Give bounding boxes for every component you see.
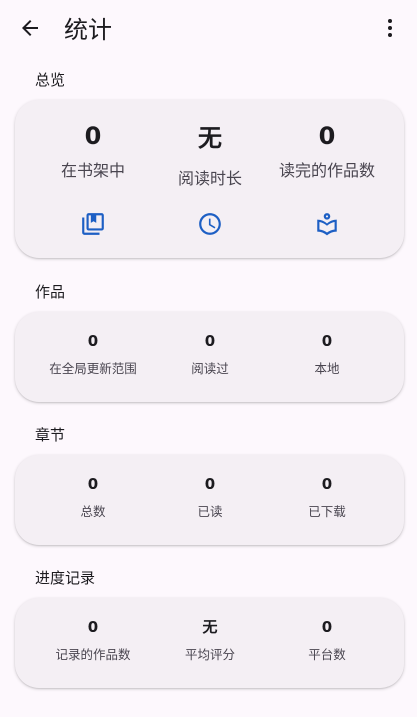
stat-value: 无: [198, 124, 222, 152]
overview-card: 0 在书架中 无 阅读时长 0 读完的作品数: [15, 100, 404, 258]
stat-value: 0: [87, 475, 99, 493]
chapters-card: 0 总数 0 已读 0 已下载: [15, 455, 404, 545]
more-vert-icon: [378, 16, 402, 44]
stat-read-duration: 无 阅读时长: [145, 122, 275, 190]
stat-value: 0: [321, 332, 333, 350]
stat-tracked-works: 0 记录的作品数: [28, 617, 158, 664]
read-duration-button[interactable]: [192, 208, 228, 244]
stat-read-chapters: 0 已读: [145, 474, 275, 521]
stat-read-works: 0 阅读过: [145, 331, 275, 378]
clock-icon: [197, 211, 223, 241]
works-card: 0 在全局更新范围 0 阅读过 0 本地: [15, 312, 404, 402]
book-read-icon: [314, 211, 340, 241]
tracking-card: 0 记录的作品数 无 平均评分 0 平台数: [15, 598, 404, 688]
section-label-tracking: 进度记录: [35, 569, 96, 587]
stat-value: 0: [204, 332, 216, 350]
completed-button[interactable]: [309, 208, 345, 244]
stat-in-library: 0 在书架中: [28, 120, 158, 182]
stat-value: 0: [204, 475, 216, 493]
stat-label: 记录的作品数: [55, 647, 131, 662]
stat-completed: 0 读完的作品数: [262, 120, 392, 182]
stat-label: 本地: [314, 361, 340, 376]
library-button[interactable]: [75, 208, 111, 244]
stat-value: 0: [321, 618, 333, 636]
stat-value: 0: [321, 475, 333, 493]
stat-value: 0: [84, 122, 102, 150]
stat-global-update: 0 在全局更新范围: [28, 331, 158, 378]
stat-label: 在书架中: [60, 161, 125, 180]
stat-label: 读完的作品数: [278, 161, 375, 180]
stat-downloaded-chapters: 0 已下载: [262, 474, 392, 521]
more-options-button[interactable]: [372, 12, 408, 48]
stat-label: 已读: [197, 504, 223, 519]
stat-label: 阅读时长: [177, 169, 242, 188]
back-button[interactable]: [10, 12, 50, 48]
stat-platforms: 0 平台数: [262, 617, 392, 664]
stat-local: 0 本地: [262, 331, 392, 378]
stat-label: 平台数: [308, 647, 346, 662]
library-icon: [80, 211, 106, 241]
top-app-bar: 统计: [0, 0, 417, 60]
section-label-overview: 总览: [35, 71, 66, 89]
stat-label: 已下载: [308, 504, 346, 519]
stat-label: 阅读过: [191, 361, 229, 376]
stat-value: 无: [202, 618, 218, 636]
section-label-works: 作品: [35, 283, 66, 301]
stat-average-score: 无 平均评分: [145, 617, 275, 664]
stat-value: 0: [87, 332, 99, 350]
stat-label: 平均评分: [184, 647, 235, 662]
stat-label: 总数: [80, 504, 106, 519]
section-label-chapters: 章节: [35, 426, 66, 444]
stat-value: 0: [318, 122, 336, 150]
page-title: 统计: [64, 16, 112, 44]
stat-value: 0: [87, 618, 99, 636]
arrow-back-icon: [18, 16, 42, 44]
stat-total-chapters: 0 总数: [28, 474, 158, 521]
stat-label: 在全局更新范围: [49, 361, 137, 376]
